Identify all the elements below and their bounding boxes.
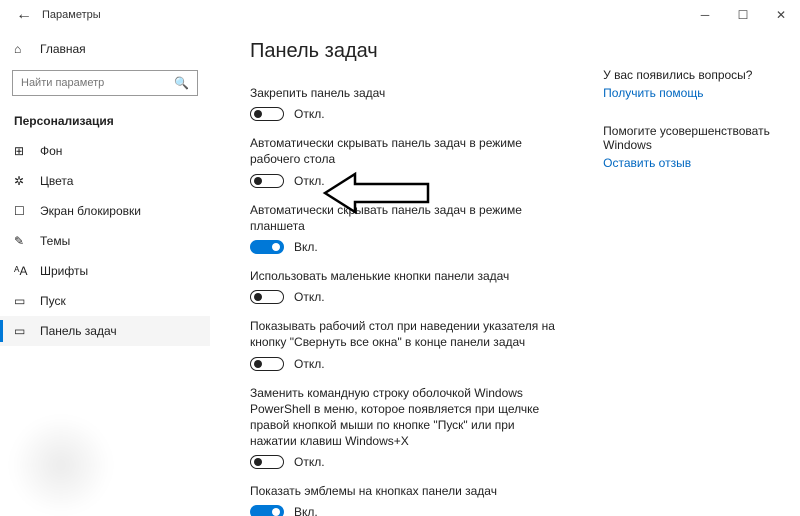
- sidebar-item-label: Пуск: [40, 294, 66, 308]
- setting-label: Показывать рабочий стол при наведении ук…: [250, 318, 563, 350]
- search-input-wrap[interactable]: 🔍: [12, 70, 198, 96]
- toggle-state: Откл.: [294, 357, 325, 371]
- sidebar-item-label: Экран блокировки: [40, 204, 141, 218]
- maximize-button[interactable]: ☐: [724, 0, 762, 30]
- toggle-state: Откл.: [294, 174, 325, 188]
- sidebar-home-label: Главная: [40, 42, 86, 56]
- minimize-button[interactable]: ─: [686, 0, 724, 30]
- setting-item: Заменить командную строку оболочкой Wind…: [250, 385, 563, 470]
- setting-label: Автоматически скрывать панель задач в ре…: [250, 202, 563, 234]
- setting-label: Использовать маленькие кнопки панели зад…: [250, 268, 563, 284]
- toggle-switch[interactable]: [250, 240, 284, 254]
- setting-item: Автоматически скрывать панель задач в ре…: [250, 202, 563, 254]
- sidebar-item-fonts[interactable]: ᴬA Шрифты: [0, 256, 210, 286]
- window-controls: ─ ☐ ✕: [686, 0, 800, 30]
- sidebar-home[interactable]: ⌂ Главная: [0, 36, 210, 62]
- main-panel: Панель задач Закрепить панель задач Откл.…: [250, 40, 563, 516]
- toggle-switch[interactable]: [250, 505, 284, 516]
- toggle-switch[interactable]: [250, 174, 284, 188]
- sidebar-item-label: Темы: [40, 234, 70, 248]
- search-icon: 🔍: [174, 76, 189, 90]
- decoration-blur: [6, 420, 116, 510]
- titlebar: ← Параметры ─ ☐ ✕: [0, 0, 800, 30]
- content: Панель задач Закрепить панель задач Откл.…: [210, 30, 800, 516]
- setting-label: Показать эмблемы на кнопках панели задач: [250, 483, 563, 499]
- start-icon: ▭: [14, 294, 30, 308]
- sidebar-item-label: Шрифты: [40, 264, 88, 278]
- sidebar: ⌂ Главная 🔍 Персонализация ⊞ Фон ✲ Цвета…: [0, 30, 210, 516]
- toggle-state: Откл.: [294, 290, 325, 304]
- font-icon: ᴬA: [14, 264, 30, 278]
- setting-label: Заменить командную строку оболочкой Wind…: [250, 385, 563, 450]
- feedback-link[interactable]: Оставить отзыв: [603, 156, 800, 170]
- toggle-switch[interactable]: [250, 290, 284, 304]
- taskbar-icon: ▭: [14, 324, 30, 338]
- brush-icon: ✎: [14, 234, 30, 248]
- search-input[interactable]: [21, 77, 174, 89]
- palette-icon: ✲: [14, 174, 30, 188]
- sidebar-item-label: Цвета: [40, 174, 73, 188]
- close-button[interactable]: ✕: [762, 0, 800, 30]
- lock-icon: ☐: [14, 204, 30, 218]
- aside-panel: У вас появились вопросы? Получить помощь…: [603, 40, 800, 516]
- toggle-switch[interactable]: [250, 107, 284, 121]
- toggle-state: Откл.: [294, 107, 325, 121]
- toggle-switch[interactable]: [250, 455, 284, 469]
- toggle-state: Откл.: [294, 455, 325, 469]
- sidebar-item-taskbar[interactable]: ▭ Панель задач: [0, 316, 210, 346]
- setting-item: Автоматически скрывать панель задач в ре…: [250, 135, 563, 187]
- aside-question-2: Помогите усовершенствовать Windows: [603, 124, 800, 152]
- sidebar-item-label: Фон: [40, 144, 62, 158]
- sidebar-item-start[interactable]: ▭ Пуск: [0, 286, 210, 316]
- page-title: Панель задач: [250, 40, 563, 63]
- sidebar-item-background[interactable]: ⊞ Фон: [0, 136, 210, 166]
- toggle-state: Вкл.: [294, 240, 318, 254]
- setting-label: Автоматически скрывать панель задач в ре…: [250, 135, 563, 167]
- aside-question: У вас появились вопросы?: [603, 68, 800, 82]
- setting-item: Показать эмблемы на кнопках панели задач…: [250, 483, 563, 516]
- sidebar-item-colors[interactable]: ✲ Цвета: [0, 166, 210, 196]
- setting-item: Показывать рабочий стол при наведении ук…: [250, 318, 563, 370]
- setting-item: Закрепить панель задач Откл.: [250, 85, 563, 121]
- sidebar-item-lockscreen[interactable]: ☐ Экран блокировки: [0, 196, 210, 226]
- help-link[interactable]: Получить помощь: [603, 86, 800, 100]
- window-title: Параметры: [42, 9, 101, 21]
- setting-label: Закрепить панель задач: [250, 85, 563, 101]
- setting-item: Использовать маленькие кнопки панели зад…: [250, 268, 563, 304]
- toggle-state: Вкл.: [294, 505, 318, 516]
- image-icon: ⊞: [14, 144, 30, 158]
- toggle-switch[interactable]: [250, 357, 284, 371]
- home-icon: ⌂: [14, 42, 30, 56]
- sidebar-item-label: Панель задач: [40, 324, 117, 338]
- sidebar-group-header: Персонализация: [0, 110, 210, 136]
- back-icon[interactable]: ←: [12, 6, 36, 24]
- sidebar-item-themes[interactable]: ✎ Темы: [0, 226, 210, 256]
